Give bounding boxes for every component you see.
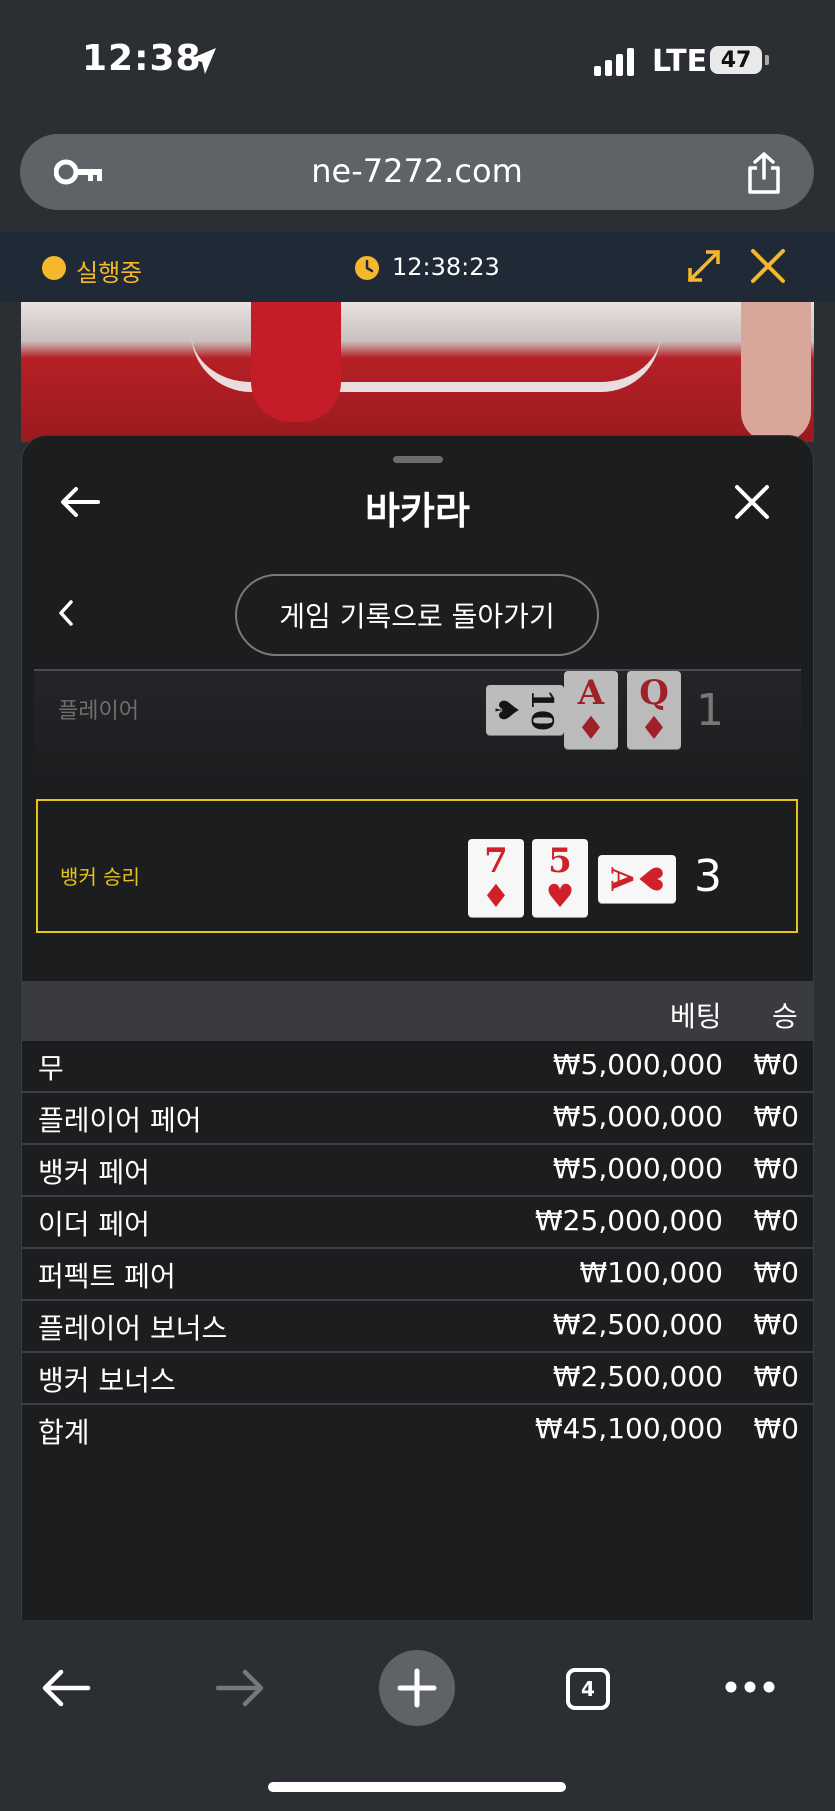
player-result-row: 플레이어 ♠ 10 A ♦ Q ♦ 1 — [34, 671, 801, 791]
back-to-history-button[interactable]: 게임 기록으로 돌아가기 — [235, 574, 599, 656]
bet-amount: ₩2,500,000 — [552, 1360, 723, 1393]
status-bar: 12:38 LTE 47 — [0, 0, 835, 120]
win-amount: ₩0 — [753, 1308, 800, 1341]
game-history-panel: 바카라 게임 기록으로 돌아가기 플레이어 ♠ 10 A ♦ Q ♦ 1 뱅커 … — [21, 435, 814, 1620]
bet-amount: ₩5,000,000 — [552, 1152, 723, 1185]
player-card-2: A ♦ — [564, 671, 618, 749]
player-card-2-suit: ♦ — [576, 709, 606, 747]
network-type: LTE — [652, 44, 708, 79]
bet-name: 이더 페어 — [38, 1208, 150, 1241]
bet-amount: ₩100,000 — [579, 1256, 723, 1289]
game-clock: 12:38:23 — [392, 253, 500, 281]
running-status-label: 실행중 — [76, 259, 143, 287]
plus-icon — [397, 1668, 437, 1708]
bet-name: 뱅커 보너스 — [38, 1364, 176, 1397]
player-card-3-suit: ♦ — [639, 709, 669, 747]
bet-name: 퍼펙트 페어 — [38, 1260, 176, 1293]
player-label: 플레이어 — [58, 699, 139, 724]
bet-name: 무 — [38, 1052, 64, 1085]
chevron-left-icon[interactable] — [56, 598, 76, 628]
win-amount: ₩0 — [753, 1204, 800, 1237]
win-amount: ₩0 — [753, 1048, 800, 1081]
banker-card-3: A ♥ — [598, 855, 676, 903]
banker-win-label: 뱅커 승리 — [60, 865, 140, 889]
table-row: 이더 페어 ₩25,000,000 ₩0 — [22, 1197, 813, 1249]
bet-name: 플레이어 페어 — [38, 1104, 202, 1137]
battery-icon: 47 — [710, 46, 762, 74]
home-indicator[interactable] — [268, 1782, 566, 1792]
table-row: 뱅커 페어 ₩5,000,000 ₩0 — [22, 1145, 813, 1197]
player-score: 1 — [696, 685, 724, 736]
dealer-arm-right — [741, 302, 811, 442]
game-header: 실행중 12:38:23 — [0, 232, 835, 302]
banker-card-3-suit: ♥ — [631, 864, 670, 894]
dealer-arm-left — [251, 302, 341, 422]
table-row: 뱅커 보너스 ₩2,500,000 ₩0 — [22, 1353, 813, 1405]
player-card-1: ♠ 10 — [486, 685, 564, 735]
live-video — [21, 302, 814, 442]
banker-card-1-suit: ♦ — [481, 877, 511, 915]
new-tab-button[interactable] — [379, 1650, 455, 1726]
total-win: ₩0 — [753, 1412, 800, 1445]
close-game-icon[interactable] — [748, 246, 788, 286]
total-row: 합계 ₩45,100,000 ₩0 — [22, 1405, 813, 1455]
expand-icon[interactable] — [686, 248, 722, 284]
win-amount: ₩0 — [753, 1360, 800, 1393]
player-card-3: Q ♦ — [627, 671, 681, 749]
banker-card-1: 7 ♦ — [468, 839, 524, 917]
header-bet: 베팅 — [670, 1000, 722, 1033]
bet-name: 플레이어 보너스 — [38, 1312, 228, 1345]
location-arrow-icon — [190, 48, 216, 74]
table-row: 플레이어 페어 ₩5,000,000 ₩0 — [22, 1093, 813, 1145]
banker-card-2-rank: 5 — [548, 841, 572, 881]
bet-table: 베팅 승 무 ₩5,000,000 ₩0 플레이어 페어 ₩5,000,000 … — [22, 981, 813, 1455]
drag-handle[interactable] — [393, 456, 443, 463]
banker-card-2: 5 ♥ — [532, 839, 588, 917]
more-icon[interactable] — [724, 1680, 776, 1694]
banker-card-1-rank: 7 — [484, 841, 508, 881]
panel-title: 바카라 — [365, 489, 470, 533]
win-amount: ₩0 — [753, 1152, 800, 1185]
header-win: 승 — [772, 1000, 798, 1033]
total-bet: ₩45,100,000 — [534, 1412, 723, 1445]
bet-name: 뱅커 페어 — [38, 1156, 150, 1189]
total-label: 합계 — [38, 1416, 90, 1449]
bet-amount: ₩25,000,000 — [534, 1204, 723, 1237]
browser-toolbar: 4 — [0, 1646, 835, 1811]
clock-icon — [355, 256, 379, 280]
player-card-1-suit: ♠ — [487, 695, 526, 725]
bet-table-header: 베팅 승 — [22, 981, 813, 1041]
url-text[interactable]: ne-7272.com — [20, 152, 814, 190]
table-row: 무 ₩5,000,000 ₩0 — [22, 1041, 813, 1093]
status-time: 12:38 — [82, 38, 202, 79]
table-row: 플레이어 보너스 ₩2,500,000 ₩0 — [22, 1301, 813, 1353]
banker-score: 3 — [694, 851, 722, 902]
table-row: 퍼펙트 페어 ₩100,000 ₩0 — [22, 1249, 813, 1301]
banker-result-row: 뱅커 승리 7 ♦ 5 ♥ A ♥ 3 — [36, 799, 798, 933]
close-icon[interactable] — [734, 484, 770, 520]
player-card-2-rank: A — [577, 673, 605, 713]
win-amount: ₩0 — [753, 1100, 800, 1133]
bet-amount: ₩5,000,000 — [552, 1100, 723, 1133]
signal-icon — [594, 48, 634, 76]
back-icon[interactable] — [40, 1668, 92, 1708]
bet-amount: ₩5,000,000 — [552, 1048, 723, 1081]
battery-tip — [765, 55, 769, 65]
player-card-1-rank: 10 — [524, 689, 560, 731]
forward-icon[interactable] — [214, 1668, 266, 1708]
share-icon[interactable] — [744, 152, 784, 194]
bet-amount: ₩2,500,000 — [552, 1308, 723, 1341]
banker-card-2-suit: ♥ — [545, 877, 575, 915]
win-amount: ₩0 — [753, 1256, 800, 1289]
player-card-3-rank: Q — [639, 673, 669, 713]
address-bar[interactable]: ne-7272.com — [20, 134, 814, 210]
running-status-dot — [42, 256, 66, 280]
tabs-button[interactable]: 4 — [566, 1668, 610, 1710]
